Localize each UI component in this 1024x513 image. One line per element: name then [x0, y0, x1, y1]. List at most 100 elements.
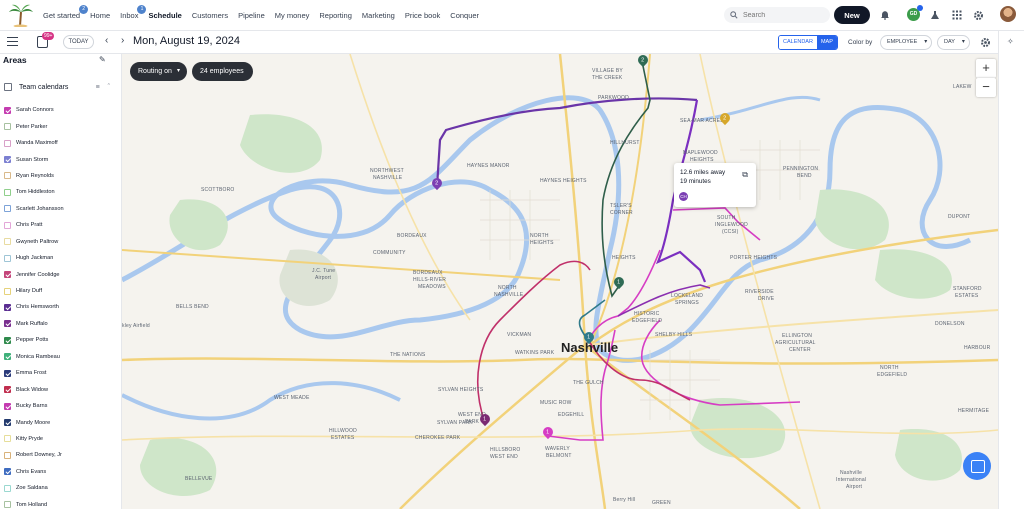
employee-row[interactable]: Scarlett Johansson: [4, 201, 120, 217]
nav-item-my-money[interactable]: My money: [270, 0, 315, 31]
nav-item-customers[interactable]: Customers: [187, 0, 233, 31]
employee-checkbox[interactable]: [4, 468, 11, 476]
employee-checkbox[interactable]: [4, 303, 11, 311]
employee-row[interactable]: Robert Downey, Jr: [4, 447, 120, 463]
nav-item-marketing[interactable]: Marketing: [357, 0, 400, 31]
employee-checkbox[interactable]: [4, 336, 11, 344]
bell-icon[interactable]: [878, 8, 892, 22]
employee-checkbox[interactable]: [4, 139, 11, 147]
employee-checkbox[interactable]: [4, 435, 11, 443]
employee-checkbox[interactable]: [4, 106, 11, 114]
employee-checkbox[interactable]: [4, 287, 11, 295]
map-place-label: STANFORD: [953, 286, 982, 292]
employee-checkbox[interactable]: [4, 172, 11, 180]
hamburger-menu-icon[interactable]: [7, 37, 18, 47]
zoom-in-button[interactable]: +: [976, 59, 996, 78]
employee-row[interactable]: Tom Hiddleston: [4, 184, 120, 200]
map-place-label: HEIGHTS: [530, 240, 554, 246]
employee-row[interactable]: Mark Ruffalo: [4, 316, 120, 332]
employee-checkbox[interactable]: [4, 484, 11, 492]
employee-row[interactable]: Jennifer Coolidge: [4, 266, 120, 282]
palm-tree-logo-icon[interactable]: [8, 3, 34, 28]
employee-row[interactable]: Emma Frost: [4, 365, 120, 381]
route-map[interactable]: VILLAGE BY THE CREEK PARKWOOD SEA-MAR ACRES…: [122, 54, 998, 509]
nav-item-reporting[interactable]: Reporting: [314, 0, 357, 31]
map-place-label: HILLS-RIVER: [413, 277, 447, 283]
nav-item-home[interactable]: Home: [85, 0, 115, 31]
employee-checkbox[interactable]: [4, 205, 11, 213]
employee-row[interactable]: Wanda Maximoff: [4, 135, 120, 151]
employee-checkbox[interactable]: [4, 419, 11, 427]
employee-checkbox[interactable]: [4, 238, 11, 246]
sparkle-icon[interactable]: ✧: [1007, 37, 1014, 46]
employee-row[interactable]: Monica Rambeau: [4, 349, 120, 365]
apps-grid-icon[interactable]: [950, 8, 964, 22]
search-box[interactable]: [724, 7, 830, 23]
employee-checkbox[interactable]: [4, 156, 11, 164]
sort-icon[interactable]: ≡: [96, 84, 108, 91]
settings-gear-icon[interactable]: [978, 35, 992, 49]
employee-row[interactable]: Hilary Duff: [4, 283, 120, 299]
nav-item-inbox[interactable]: Inbox 1: [115, 0, 147, 31]
employee-row[interactable]: Bucky Barns: [4, 398, 120, 414]
map-place-label: THE CREEK: [592, 75, 623, 81]
map-view-tab[interactable]: MAP: [816, 36, 837, 49]
nav-item-get-started[interactable]: Get started 2: [38, 0, 89, 31]
external-link-icon[interactable]: ⧉: [742, 170, 748, 180]
nav-item-conquer[interactable]: Conquer: [445, 0, 484, 31]
employee-row[interactable]: Gwyneth Paltrow: [4, 234, 120, 250]
color-by-dropdown[interactable]: EMPLOYEE: [880, 35, 933, 50]
employee-checkbox[interactable]: [4, 369, 11, 377]
employees-count-pill[interactable]: 24 employees: [192, 62, 253, 81]
employee-checkbox[interactable]: [4, 221, 11, 229]
range-dropdown[interactable]: DAY: [937, 35, 970, 50]
nav-item-price-book[interactable]: Price book: [400, 0, 445, 31]
chevron-right-icon[interactable]: ›: [121, 35, 124, 46]
map-place-label: NASHVILLE: [373, 175, 403, 181]
gear-icon[interactable]: [971, 8, 985, 22]
employee-row[interactable]: Chris Pratt: [4, 217, 120, 233]
employee-name: Sarah Connors: [16, 107, 54, 114]
employee-row[interactable]: Black Widow: [4, 381, 120, 397]
employee-row[interactable]: Sarah Connors: [4, 102, 120, 118]
zoom-out-button[interactable]: −: [976, 78, 996, 97]
right-rail: ✧: [998, 31, 1024, 509]
employee-checkbox[interactable]: [4, 254, 11, 262]
employee-row[interactable]: Susan Storm: [4, 151, 120, 167]
employee-checkbox[interactable]: [4, 271, 11, 279]
employee-row[interactable]: Mandy Moore: [4, 414, 120, 430]
employee-checkbox[interactable]: [4, 320, 11, 328]
employee-row[interactable]: Ryan Reynolds: [4, 168, 120, 184]
flask-icon[interactable]: [928, 8, 942, 22]
employee-row[interactable]: Pepper Potts: [4, 332, 120, 348]
employee-row[interactable]: Chris Evans: [4, 464, 120, 480]
nav-item-pipeline[interactable]: Pipeline: [233, 0, 270, 31]
employee-row[interactable]: Zoe Saldana: [4, 480, 120, 496]
search-input[interactable]: [743, 11, 823, 19]
pencil-edit-icon[interactable]: ✎: [99, 55, 106, 64]
routing-toggle[interactable]: Routing on ▾: [130, 62, 187, 81]
employee-checkbox[interactable]: [4, 386, 11, 394]
employee-row[interactable]: Hugh Jackman: [4, 250, 120, 266]
employee-row[interactable]: Chris Hemsworth: [4, 299, 120, 315]
areas-title: Areas: [3, 55, 27, 65]
new-button[interactable]: New: [834, 6, 870, 24]
chevron-left-icon[interactable]: ‹: [105, 35, 108, 46]
employee-checkbox[interactable]: [4, 451, 11, 459]
team-calendars-checkbox[interactable]: [4, 83, 12, 91]
user-avatar[interactable]: [1000, 6, 1016, 22]
chat-launcher-button[interactable]: [963, 452, 991, 480]
employee-checkbox[interactable]: [4, 188, 11, 196]
employee-checkbox[interactable]: [4, 402, 11, 410]
employee-row[interactable]: Tom Holland: [4, 497, 120, 513]
employee-checkbox[interactable]: [4, 501, 11, 509]
map-place-label: SCOTTBORO: [201, 187, 235, 193]
nav-item-schedule[interactable]: Schedule: [143, 0, 186, 31]
employee-row[interactable]: Kitty Pryde: [4, 431, 120, 447]
employee-checkbox[interactable]: [4, 123, 11, 131]
employee-checkbox[interactable]: [4, 353, 11, 361]
employee-row[interactable]: Peter Parker: [4, 118, 120, 134]
calendar-view-tab[interactable]: CALENDAR: [779, 36, 817, 49]
today-button[interactable]: TODAY: [63, 35, 94, 49]
chevron-up-icon[interactable]: ˆ: [108, 84, 118, 91]
